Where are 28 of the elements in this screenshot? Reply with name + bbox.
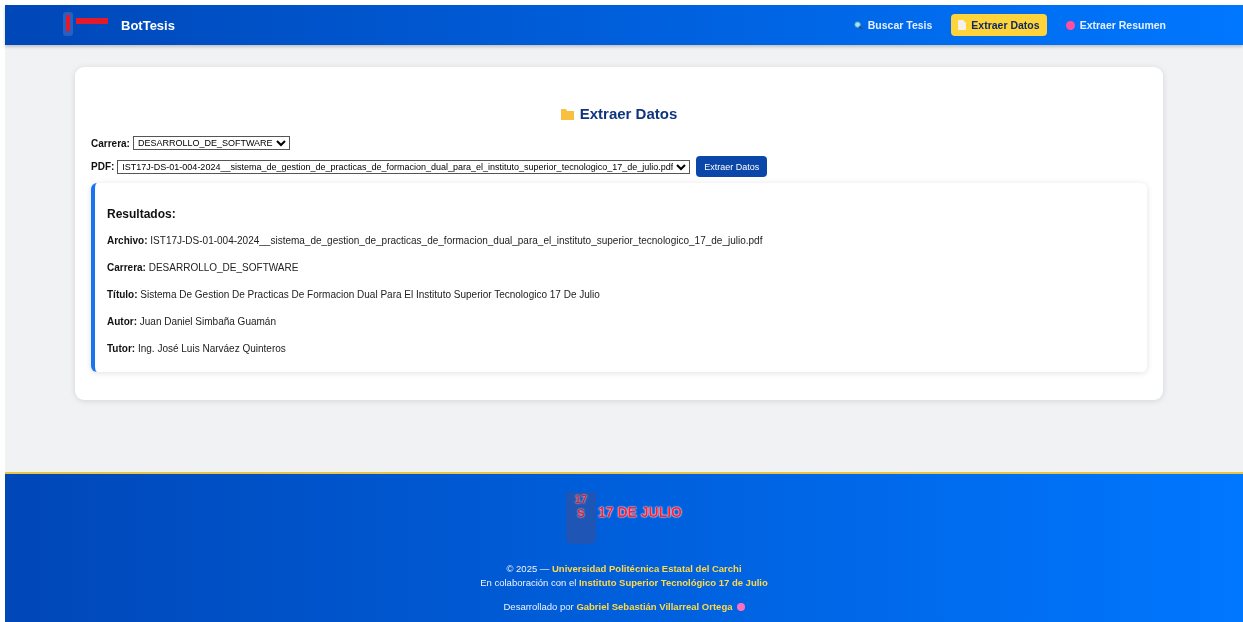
footer-text: En colaboración con el Instituto Superior Tecnológico 17 de Julio [480, 576, 768, 590]
field-label: Carrera: [91, 137, 130, 149]
result-field: Carrera: DESARROLLO_DE_SOFTWARE [107, 262, 1135, 273]
logo-letter: S [577, 506, 585, 520]
result-field: Título: Sistema De Gestion De Practicas De Formacion Dual Para El Instituto Superior Tecnologico 17 De Julio [107, 289, 1135, 300]
result-field: Archivo: IST17J-DS-01-004-2024__sistema_de_gestion_de_practicas_de_formacion_dual_para_el_instituto_superior_tecnologico_17_de_julio.pdf [107, 235, 1135, 246]
folder-icon [560, 107, 574, 120]
extract-button[interactable]: Extraer Datos [696, 156, 768, 177]
logo-number: 17 [574, 492, 588, 506]
footer-text: © 2025 — Universidad Politécnica Estatal del Carchi [506, 562, 742, 576]
nav-link[interactable]: Extraer Datos [951, 14, 1047, 36]
result-field: Tutor: Ing. José Luis Narváez Quinteros [107, 343, 1135, 354]
results-title: Resultados: [107, 207, 177, 221]
dot-icon [736, 603, 745, 611]
credit-text: Desarrollado por Gabriel Sebastián Villarreal Ortega [503, 600, 733, 614]
field-label: PDF: [91, 161, 115, 172]
logo-name: 17 DE JULIO [598, 504, 682, 520]
career-select[interactable]: DESARROLLO_DE_SOFTWARE [132, 136, 290, 150]
page-title: Extraer Datos [579, 105, 678, 122]
dot-icon [1065, 20, 1075, 30]
search-icon [853, 20, 863, 30]
nav-link[interactable]: Buscar Tesis [846, 14, 940, 36]
pdf-select[interactable]: IST17J-DS-01-004-2024__sistema_de_gestion_de_practicas_de_formacion_dual_para_el_instituto_superior_tecnologico_17_de_julio.pdf [117, 159, 691, 174]
app-title: BotTesis [121, 17, 175, 33]
nav-link[interactable]: Extraer Resumen [1058, 14, 1173, 36]
result-field: Autor: Juan Daniel Simbaña Guamán [107, 316, 1135, 327]
logo-icon [63, 12, 109, 38]
document-icon [958, 20, 967, 30]
